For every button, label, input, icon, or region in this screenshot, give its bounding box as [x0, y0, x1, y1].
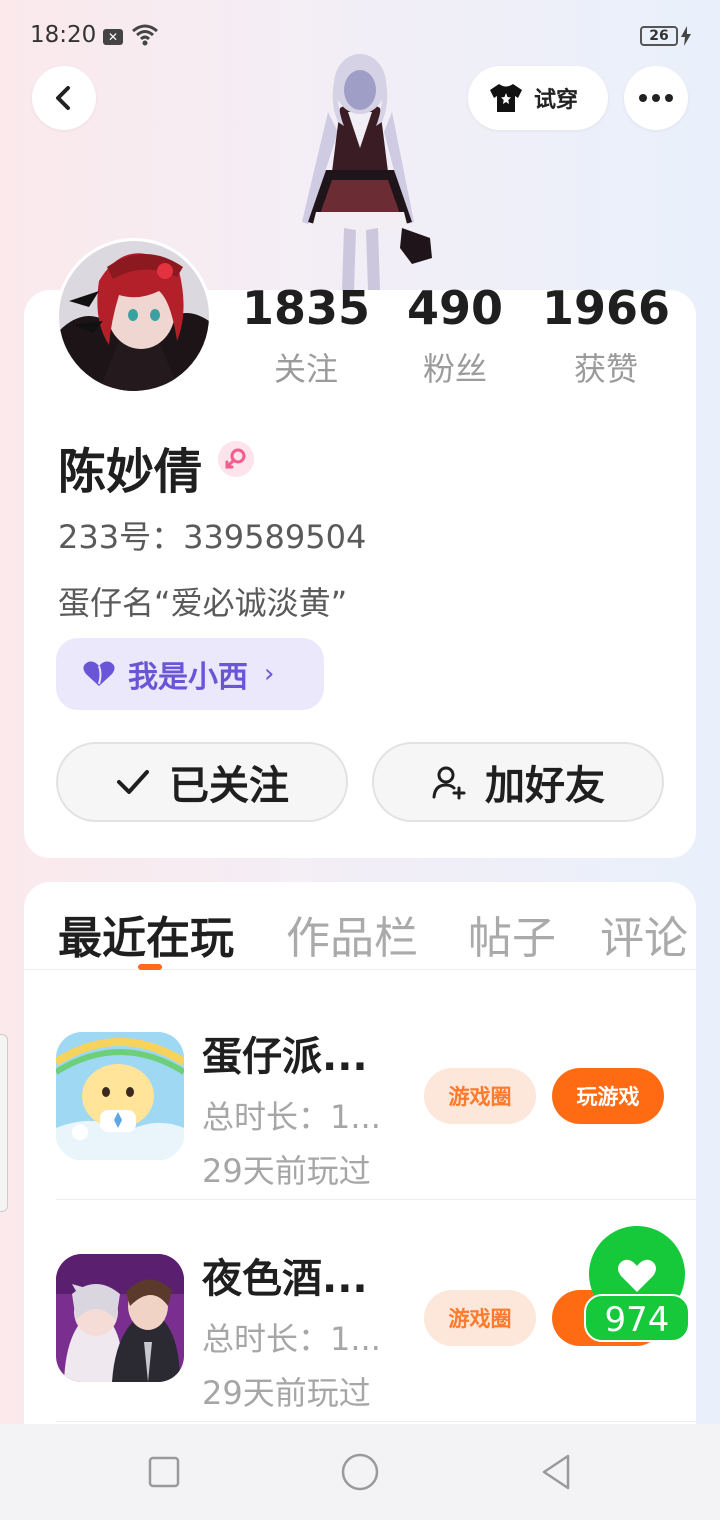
- recent-apps-button[interactable]: [140, 1448, 188, 1496]
- identity-tag-label: 我是小西: [128, 660, 248, 695]
- chevron-right-icon: ›: [264, 659, 275, 689]
- followed-label: 已关注: [169, 763, 289, 809]
- stat-following[interactable]: 1835 关注: [231, 280, 381, 390]
- check-icon: [117, 770, 149, 794]
- content-card: 最近在玩 作品栏 帖子 评论 蛋仔派... 总时长：1... 29天前玩过 游戏…: [24, 882, 696, 1482]
- status-time: 18:20: [30, 22, 97, 48]
- stat-value: 1835: [241, 281, 371, 335]
- battery-level: 26: [649, 28, 669, 44]
- stat-likes[interactable]: 1966 获赞: [531, 280, 681, 390]
- circle-icon: [341, 1453, 379, 1491]
- like-count: 974: [584, 1294, 690, 1342]
- character-model[interactable]: [280, 52, 440, 290]
- tab-indicator: [138, 964, 162, 970]
- charging-icon: [681, 26, 691, 46]
- game-title: 夜色酒...: [202, 1256, 368, 1302]
- user-id: 233号：339589504: [58, 518, 367, 556]
- chevron-left-icon: [56, 86, 70, 110]
- stat-label: 获赞: [573, 350, 638, 388]
- game-duration: 总时长：1...: [202, 1320, 381, 1358]
- more-button[interactable]: [624, 66, 688, 130]
- username: 陈妙倩: [58, 444, 203, 500]
- wifi-icon: [132, 24, 158, 46]
- add-friend-button[interactable]: 加好友: [372, 742, 664, 822]
- game-circle-button[interactable]: 游戏圈: [424, 1290, 536, 1346]
- list-item[interactable]: 蛋仔派... 总时长：1... 29天前玩过 游戏圈 玩游戏: [24, 978, 696, 1200]
- followed-button[interactable]: 已关注: [56, 742, 348, 822]
- avatar[interactable]: [56, 238, 212, 394]
- stat-value: 1966: [541, 281, 671, 335]
- game-title: 蛋仔派...: [202, 1034, 368, 1080]
- game-circle-button[interactable]: 游戏圈: [424, 1068, 536, 1124]
- tab-posts[interactable]: 帖子: [468, 902, 556, 966]
- add-user-icon: [432, 766, 466, 800]
- stat-value: 490: [406, 281, 504, 335]
- more-dot: [665, 94, 673, 102]
- tab-comments[interactable]: 评论: [600, 902, 688, 966]
- home-button[interactable]: [336, 1448, 384, 1496]
- back-nav-button[interactable]: [532, 1448, 580, 1496]
- tab-recent-play[interactable]: 最近在玩: [58, 902, 234, 966]
- identity-tag[interactable]: 我是小西 ›: [56, 638, 324, 710]
- game-last-played: 29天前玩过: [202, 1152, 371, 1190]
- play-game-button[interactable]: 玩游戏: [552, 1068, 664, 1124]
- more-dot: [652, 94, 660, 102]
- back-button[interactable]: [32, 66, 96, 130]
- game-last-played: 29天前玩过: [202, 1374, 371, 1412]
- user-bio: 蛋仔名“爱必诚淡黄”: [58, 584, 348, 622]
- triangle-back-icon: [542, 1454, 570, 1490]
- side-drawer-handle[interactable]: [0, 1034, 8, 1212]
- heart-icon: [83, 661, 115, 686]
- battery-icon: 26: [640, 26, 678, 46]
- divider: [56, 1421, 696, 1422]
- try-on-button[interactable]: 试穿: [468, 66, 608, 130]
- stat-label: 粉丝: [422, 350, 487, 388]
- add-friend-label: 加好友: [485, 763, 605, 809]
- stat-label: 关注: [273, 350, 338, 388]
- game-icon[interactable]: [56, 1032, 184, 1160]
- female-icon: [218, 441, 254, 477]
- notification-icon: ✕: [103, 29, 123, 45]
- square-icon: [148, 1456, 180, 1488]
- tshirt-icon: [490, 84, 522, 112]
- game-duration: 总时长：1...: [202, 1098, 381, 1136]
- tab-bar: 最近在玩 作品栏 帖子 评论: [24, 882, 696, 970]
- game-icon[interactable]: [56, 1254, 184, 1382]
- system-nav-bar: [0, 1424, 720, 1520]
- tab-works[interactable]: 作品栏: [286, 902, 418, 966]
- more-dot: [639, 94, 647, 102]
- try-on-label: 试穿: [534, 88, 579, 113]
- stat-followers[interactable]: 490 粉丝: [380, 280, 530, 390]
